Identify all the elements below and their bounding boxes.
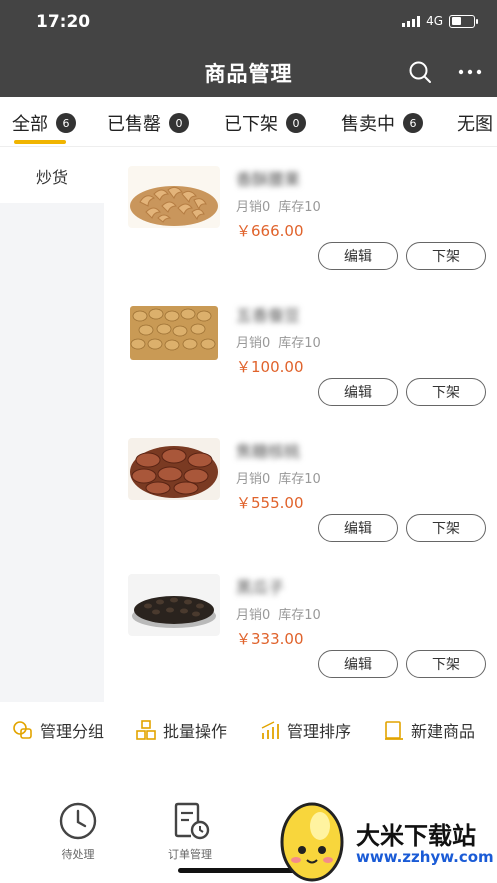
app-header: 17:20 4G 商品管理 [0, 0, 497, 97]
bottom-nav-label: 订单管理 [168, 848, 212, 861]
stock-count: 库存10 [278, 608, 321, 623]
take-off-shelf-button[interactable]: 下架 [406, 242, 486, 270]
edit-button[interactable]: 编辑 [318, 242, 398, 270]
monthly-sales: 月销0 [236, 200, 271, 215]
order-icon [174, 802, 210, 840]
action-label: 管理分组 [40, 722, 105, 741]
product-name: 香酥腰果 [236, 170, 301, 189]
product-stats: 月销0 库存10 [236, 468, 321, 487]
action-label: 批量操作 [163, 722, 228, 741]
clock-icon [59, 802, 97, 840]
product-name: 黑瓜子 [236, 578, 285, 597]
edit-button[interactable]: 编辑 [318, 650, 398, 678]
bottom-nav-pending[interactable]: 待处理 [38, 802, 118, 862]
more-icon[interactable] [456, 58, 484, 86]
action-label: 新建商品 [411, 722, 476, 741]
manage-groups-button[interactable]: 管理分组 [12, 718, 104, 742]
product-item: 焦糖核桃 月销0 库存10 ￥555.00 编辑 下架 [104, 424, 497, 560]
network-type: 4G [426, 14, 443, 28]
take-off-shelf-button[interactable]: 下架 [406, 378, 486, 406]
status-time: 17:20 [36, 12, 91, 32]
product-stats: 月销0 库存10 [236, 604, 321, 623]
battery-icon [449, 14, 478, 28]
manage-sorting-button[interactable]: 管理排序 [259, 718, 351, 742]
product-image [128, 166, 220, 228]
product-name: 焦糖核桃 [236, 442, 301, 461]
monthly-sales: 月销0 [236, 608, 271, 623]
batch-icon [136, 720, 156, 740]
tab-label: 已售罄 [107, 114, 161, 135]
new-product-button[interactable]: 新建商品 [383, 718, 475, 742]
signal-icon [402, 15, 421, 27]
tab-all[interactable]: 全部 6 [12, 110, 76, 136]
bottom-nav-label: 待处理 [61, 848, 95, 861]
edit-button[interactable]: 编辑 [318, 514, 398, 542]
product-stats: 月销0 库存10 [236, 332, 321, 351]
stock-count: 库存10 [278, 472, 321, 487]
rice-mascot-logo [280, 802, 344, 882]
product-name: 五香蚕豆 [236, 306, 301, 325]
monthly-sales: 月销0 [236, 472, 271, 487]
category-sidebar: 炒货 [0, 148, 104, 702]
take-off-shelf-button[interactable]: 下架 [406, 650, 486, 678]
product-stats: 月销0 库存10 [236, 196, 321, 215]
sort-icon [261, 721, 279, 739]
product-image [128, 302, 220, 364]
product-item: 五香蚕豆 月销0 库存10 ￥100.00 编辑 下架 [104, 288, 497, 424]
monthly-sales: 月销0 [236, 336, 271, 351]
tab-label: 全部 [12, 114, 48, 135]
group-icon [13, 721, 32, 739]
tab-count-badge: 6 [56, 113, 76, 133]
take-off-shelf-button[interactable]: 下架 [406, 514, 486, 542]
edit-button[interactable]: 编辑 [318, 378, 398, 406]
tab-count-badge: 0 [169, 113, 189, 133]
tab-count-badge: 0 [286, 113, 306, 133]
active-tab-indicator [14, 140, 66, 144]
watermark-url: www.zzhyw.com [356, 848, 494, 866]
tab-label: 已下架 [224, 114, 278, 135]
action-bar: 管理分组 批量操作 管理排序 新建商品 [0, 702, 497, 758]
tab-no-image[interactable]: 无图 [457, 110, 493, 136]
status-indicators: 4G [402, 14, 478, 28]
stock-count: 库存10 [278, 336, 321, 351]
search-icon[interactable] [406, 58, 434, 86]
tab-label: 无图 [457, 114, 493, 135]
stock-count: 库存10 [278, 200, 321, 215]
product-item: 香酥腰果 月销0 库存10 ￥666.00 编辑 下架 [104, 152, 497, 288]
category-label: 炒货 [35, 167, 68, 187]
new-product-icon [385, 721, 403, 740]
bottom-nav-orders[interactable]: 订单管理 [150, 802, 230, 862]
tab-on-sale[interactable]: 售卖中 6 [341, 110, 423, 136]
batch-operation-button[interactable]: 批量操作 [135, 718, 227, 742]
product-image [128, 574, 220, 636]
product-price: ￥555.00 [236, 494, 304, 512]
tab-sold-out[interactable]: 已售罄 0 [107, 110, 189, 136]
category-item-chaohuo[interactable]: 炒货 [0, 148, 104, 203]
tab-off-shelf[interactable]: 已下架 0 [224, 110, 306, 136]
product-price: ￥666.00 [236, 222, 304, 240]
watermark: 大米下载站 www.zzhyw.com [270, 796, 497, 883]
tab-count-badge: 6 [403, 113, 423, 133]
tab-label: 售卖中 [341, 114, 395, 135]
product-image [128, 438, 220, 500]
watermark-title: 大米下载站 [356, 822, 476, 850]
product-item: 黑瓜子 月销0 库存10 ￥333.00 编辑 下架 [104, 560, 497, 696]
product-price: ￥100.00 [236, 358, 304, 376]
action-label: 管理排序 [287, 722, 352, 741]
status-tabs: 全部 6 已售罄 0 已下架 0 售卖中 6 无图 [0, 97, 497, 147]
product-price: ￥333.00 [236, 630, 304, 648]
